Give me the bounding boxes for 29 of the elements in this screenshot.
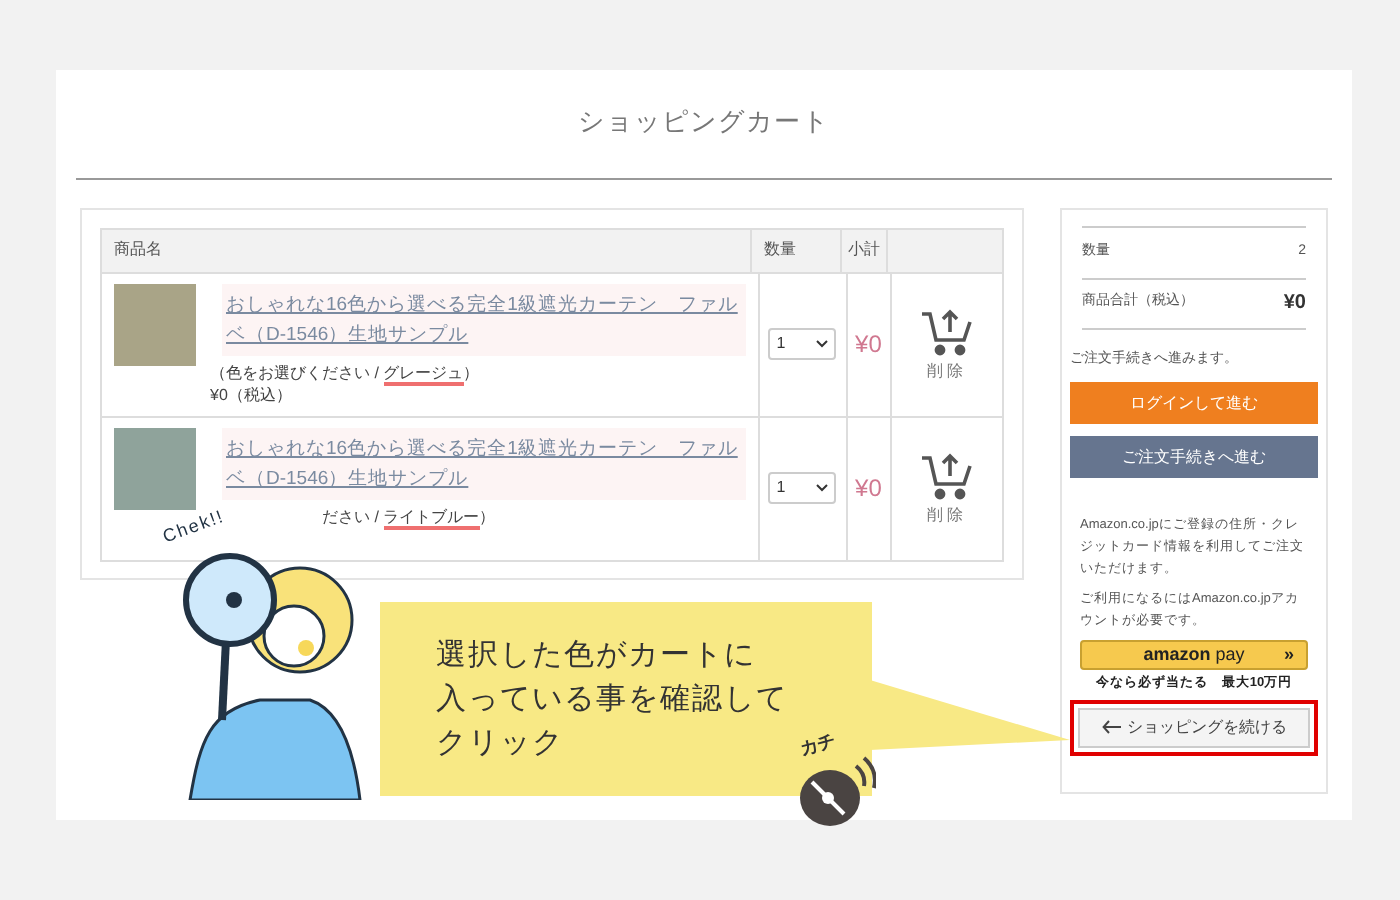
- color-option-text: （色をお選びください / グレージュ）: [210, 361, 482, 383]
- checkout-button[interactable]: ご注文手続きへ進む: [1070, 436, 1318, 478]
- cart-remove-icon[interactable]: [918, 304, 975, 360]
- chevron-down-icon: [816, 340, 829, 348]
- delete-label[interactable]: 削除: [926, 504, 967, 528]
- quantity-select[interactable]: 1: [768, 472, 837, 504]
- callout-text: 選択した色がカートに: [436, 636, 756, 676]
- product-link[interactable]: おしゃれな16色から選べる完全1級遮光カーテン ファルベ（D-1546）生地サンプル: [222, 427, 746, 499]
- click-sound-text: カチ: [797, 727, 839, 763]
- column-header: 数量: [750, 229, 840, 271]
- amazon-pay-button[interactable]: amazon pay »: [1080, 640, 1308, 670]
- login-button[interactable]: ログインして進む: [1070, 382, 1318, 424]
- page-title: ショッピングカート: [76, 70, 1332, 179]
- callout-text: 入っている事を確認して: [436, 680, 788, 720]
- chevron-down-icon: [816, 484, 829, 492]
- column-header: 商品名: [112, 238, 164, 262]
- product-link[interactable]: おしゃれな16色から選べる完全1級遮光カーテン ファルベ（D-1546）生地サンプル: [222, 283, 746, 355]
- continue-shopping-button[interactable]: ショッピングを続ける: [1078, 707, 1310, 748]
- price-text: ¥0（税込）: [210, 383, 294, 407]
- callout-text: クリック: [436, 724, 564, 764]
- quantity-select[interactable]: 1: [768, 328, 837, 360]
- color-option-text: ださい / ライトブルー）: [322, 505, 496, 527]
- summary-value: ¥0: [1283, 290, 1306, 318]
- column-header: 小計: [840, 229, 886, 271]
- delete-label[interactable]: 削除: [926, 360, 967, 384]
- subtotal-text: ¥0: [855, 328, 882, 362]
- cart-remove-icon[interactable]: [918, 448, 975, 504]
- subtotal-text: ¥0: [855, 472, 882, 506]
- left-arrow-icon: [1101, 720, 1121, 735]
